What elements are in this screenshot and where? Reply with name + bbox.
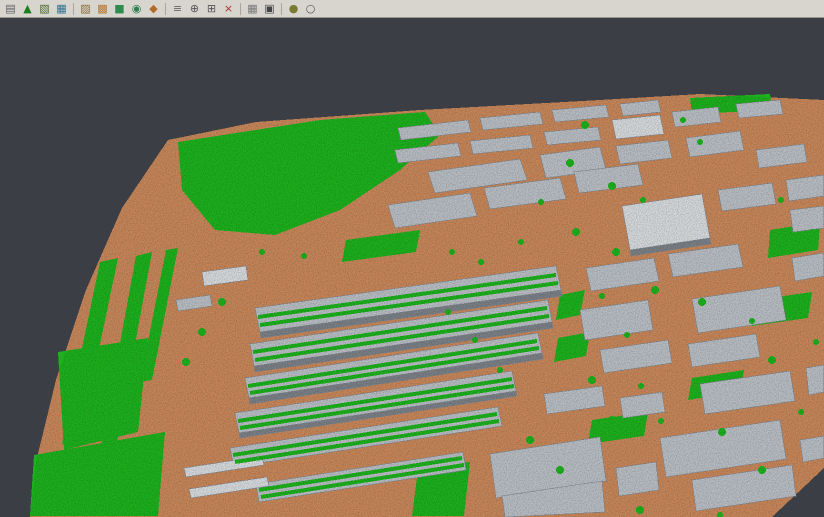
toolbar-separator — [240, 3, 241, 15]
crop-icon[interactable]: ⊞ — [204, 1, 219, 16]
point-noise-overlay — [0, 0, 824, 517]
section-icon[interactable]: ≡ — [170, 1, 185, 16]
mesh-icon[interactable]: ▦ — [54, 1, 69, 16]
info-icon[interactable]: ○ — [303, 1, 318, 16]
scene-svg — [0, 0, 824, 517]
render-icon[interactable]: ● — [286, 1, 301, 16]
delete-icon[interactable]: × — [221, 1, 236, 16]
toolbar-separator — [73, 3, 74, 15]
grid-icon[interactable]: ▦ — [245, 1, 260, 16]
classification-icon[interactable]: ■ — [112, 1, 127, 16]
toolbar: ▤▲▧▦▨▩■◉◆≡⊕⊞×▦▣●○ — [0, 0, 824, 18]
texture-icon[interactable]: ▩ — [95, 1, 110, 16]
toolbar-separator — [281, 3, 282, 15]
viewport-3d[interactable] — [0, 0, 824, 517]
terrain-icon[interactable]: ▲ — [20, 1, 35, 16]
open-icon[interactable]: ▤ — [3, 1, 18, 16]
ortho-icon[interactable]: ▨ — [78, 1, 93, 16]
zoom-extents-icon[interactable]: ⊕ — [187, 1, 202, 16]
globe-icon[interactable]: ◉ — [129, 1, 144, 16]
measure-icon[interactable]: ◆ — [146, 1, 161, 16]
camera-icon[interactable]: ▣ — [262, 1, 277, 16]
toolbar-separator — [165, 3, 166, 15]
elevation-icon[interactable]: ▧ — [37, 1, 52, 16]
